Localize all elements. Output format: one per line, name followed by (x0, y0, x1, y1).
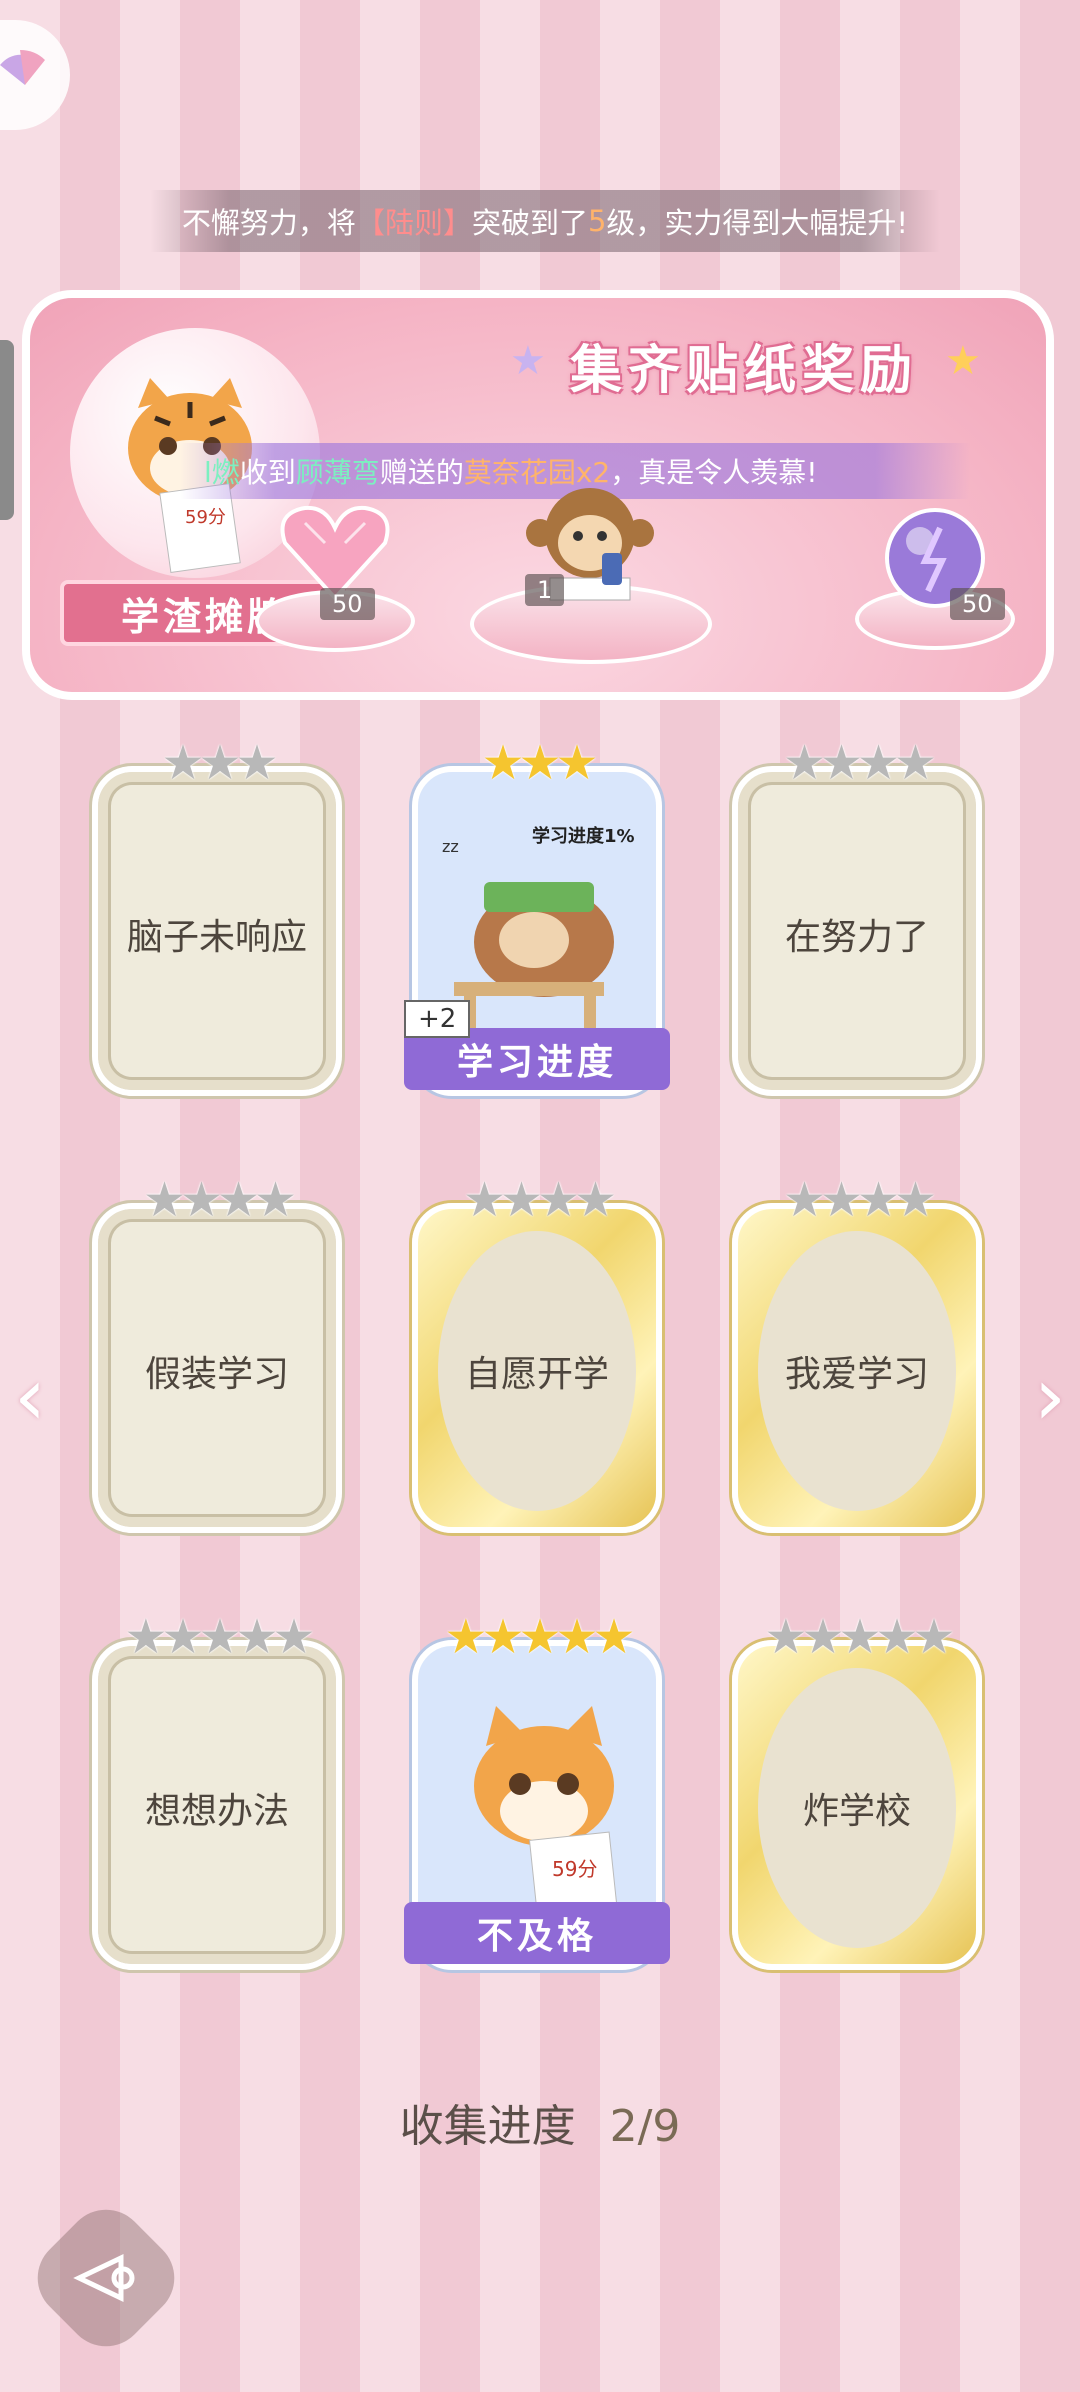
broadcast-user: l燃 (204, 456, 240, 489)
star-icon: ★ (592, 1609, 636, 1665)
card-star-rating: ★ ★ ★ (412, 738, 662, 788)
star-icon: ★ (142, 1172, 186, 1228)
star-icon: ★ (179, 1172, 223, 1228)
ticker-middle: 突破到了 (471, 206, 588, 240)
card-star-rating: ★ ★ ★ (92, 738, 342, 788)
star-icon: ★ (161, 735, 204, 791)
star-icon: ★ (912, 1609, 956, 1665)
star-icon: ★ (254, 1172, 297, 1228)
duplicate-count-badge: +2 (404, 1000, 471, 1038)
sticker-card[interactable]: 59分 ★ ★ ★ ★ ★ 不及格 (404, 1612, 670, 1972)
level-up-ticker: 不懈努力，将 【陆则】 突破到了 5 级，实力得到大幅提升! (150, 190, 940, 252)
star-icon: ★ (555, 735, 599, 791)
card-label: 想想办法 (144, 1791, 289, 1832)
star-icon: ★ (518, 735, 561, 791)
star-icon: ★ (838, 1609, 881, 1665)
star-icon: ★ (235, 1609, 279, 1665)
star-icon: ★ (801, 1609, 844, 1665)
card-label: 假装学习 (144, 1354, 289, 1395)
next-page-button[interactable]: › (1034, 1350, 1066, 1443)
star-icon: ★ (124, 1609, 167, 1665)
svg-text:学习进度1%: 学习进度1% (532, 825, 635, 847)
star-icon: ★ (499, 1172, 543, 1228)
ticker-level: 5 (587, 204, 607, 238)
fan-icon (0, 50, 45, 85)
card-label: 脑子未响应 (126, 917, 307, 958)
card-label: 炸学校 (802, 1791, 911, 1832)
card-star-rating: ★ ★ ★ ★ (732, 1175, 982, 1225)
reward-title: 集齐贴纸奖励 (570, 341, 919, 401)
reward-count-heart: 50 (320, 588, 375, 620)
broadcast-text1: 收到 (239, 456, 296, 489)
sticker-card[interactable]: ★ ★ ★ ★ ★ 想想办法 (92, 1612, 342, 1972)
sticker-card[interactable]: ★ ★ ★ 脑子未响应 (92, 738, 342, 1098)
tiger-59-icon: 59分 (474, 1706, 620, 1931)
card-star-rating: ★ ★ ★ ★ ★ (412, 1612, 662, 1662)
reward-count-orb: 50 (950, 588, 1005, 620)
star-icon: ★ (537, 1172, 580, 1228)
card-star-rating: ★ ★ ★ ★ ★ (732, 1612, 982, 1662)
ticker-suffix: 级，实力得到大幅提升! (606, 206, 909, 240)
sticker-card[interactable]: ★ ★ ★ ★ 自愿开学 (412, 1175, 662, 1535)
star-icon: ★ (518, 1609, 561, 1665)
star-icon: ★ (764, 1609, 807, 1665)
star-icon: ★ (857, 735, 900, 791)
star-icon: ★ (555, 1609, 599, 1665)
ticker-prefix: 不懈努力，将 (181, 206, 356, 240)
star-icon: ★ (272, 1609, 316, 1665)
sticker-card[interactable]: ★ ★ ★ ★ 假装学习 (92, 1175, 342, 1535)
card-star-rating: ★ ★ ★ ★ (92, 1175, 342, 1225)
progress-label: 收集进度 (399, 2101, 576, 2152)
card-banner: 不及格 (404, 1902, 670, 1964)
star-icon: ★ (235, 735, 279, 791)
side-drawer-handle[interactable] (0, 340, 14, 520)
svg-text:59分: 59分 (185, 507, 226, 528)
card-label: 自愿开学 (464, 1354, 609, 1395)
star-icon: ★ (875, 1609, 919, 1665)
menu-fan-button[interactable] (0, 20, 70, 130)
star-icon: ★ (481, 735, 524, 791)
star-icon: ★ (462, 1172, 506, 1228)
card-label: 我爱学习 (784, 1354, 929, 1395)
sticker-card[interactable]: ★ ★ ★ ★ 我爱学习 (732, 1175, 982, 1535)
card-star-rating: ★ ★ ★ ★ (412, 1175, 662, 1225)
progress-value: 2/9 (609, 2101, 681, 2152)
star-icon: ★ (782, 1172, 826, 1228)
ticker-player-name: 【陆则】 (355, 206, 472, 240)
star-icon: ★ (161, 1609, 204, 1665)
reward-count-monkey: 1 (525, 574, 565, 606)
card-label: 在努力了 (784, 917, 929, 958)
star-icon: ★ (481, 1609, 524, 1665)
star-icon: ★ (894, 735, 937, 791)
svg-text:59分: 59分 (552, 1857, 597, 1881)
sticker-card[interactable]: 学习进度1% zz ★ ★ ★ 学习进度 +2 (404, 738, 670, 1098)
sticker-card[interactable]: ★ ★ ★ ★ ★ 炸学校 (732, 1612, 982, 1972)
star-icon: ★ (217, 1172, 260, 1228)
purple-star-icon: ★ (510, 338, 546, 384)
sticker-reward-panel: ★ ★ 集齐贴纸奖励 59分 学渣摊牌 l燃 收到 顾薄弯 赠送的 莫奈花园x2… (22, 290, 1054, 700)
star-icon: ★ (444, 1609, 487, 1665)
broadcast-text2: 赠送的 (379, 456, 464, 489)
star-icon: ★ (819, 735, 863, 791)
back-button[interactable] (21, 2193, 191, 2363)
svg-text:zz: zz (442, 837, 459, 856)
star-icon: ★ (782, 735, 826, 791)
broadcast-sender: 顾薄弯 (295, 456, 380, 489)
star-icon: ★ (198, 735, 241, 791)
card-star-rating: ★ ★ ★ ★ ★ (92, 1612, 342, 1662)
star-icon: ★ (894, 1172, 937, 1228)
prev-page-button[interactable]: ‹ (14, 1350, 46, 1443)
card-star-rating: ★ ★ ★ ★ (732, 738, 982, 788)
star-icon: ★ (857, 1172, 900, 1228)
star-icon: ★ (198, 1609, 241, 1665)
yellow-star-icon: ★ (945, 338, 981, 384)
collection-progress: 收集进度 2/9 (0, 2090, 1080, 2154)
back-arrow-icon (73, 2254, 135, 2302)
star-icon: ★ (819, 1172, 863, 1228)
star-icon: ★ (574, 1172, 617, 1228)
sticker-card[interactable]: ★ ★ ★ ★ 在努力了 (732, 738, 982, 1098)
